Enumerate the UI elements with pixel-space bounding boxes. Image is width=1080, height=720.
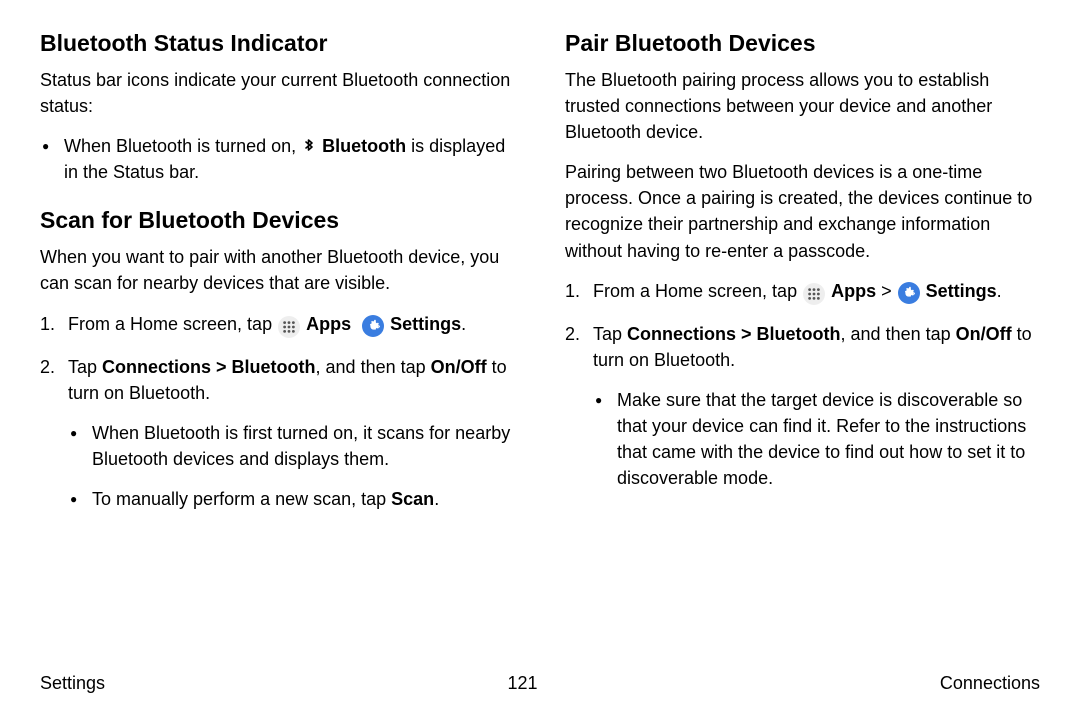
bold-text: Apps	[306, 314, 351, 334]
footer-right: Connections	[940, 673, 1040, 694]
settings-icon	[362, 315, 384, 337]
text: Tap	[593, 324, 627, 344]
bold-text: Apps	[831, 281, 876, 301]
bold-text: On/Off	[956, 324, 1012, 344]
text: When Bluetooth is turned on,	[64, 136, 301, 156]
text: >	[876, 281, 897, 301]
bluetooth-icon	[302, 135, 316, 155]
bullet-item: Make sure that the target device is disc…	[617, 387, 1040, 491]
bullet-item: To manually perform a new scan, tap Scan…	[92, 486, 515, 512]
text: To manually perform a new scan, tap	[92, 489, 391, 509]
left-column: Bluetooth Status Indicator Status bar ic…	[40, 30, 515, 528]
step-item: Tap Connections > Bluetooth, and then ta…	[68, 354, 515, 512]
text: .	[997, 281, 1002, 301]
heading-scan-for-bluetooth-devices: Scan for Bluetooth Devices	[40, 207, 515, 234]
footer-left: Settings	[40, 673, 105, 694]
bold-text: Settings	[926, 281, 997, 301]
page-footer: Settings 121 Connections	[40, 673, 1040, 694]
paragraph: Pairing between two Bluetooth devices is…	[565, 159, 1040, 263]
bold-text: Scan	[391, 489, 434, 509]
step-item: From a Home screen, tap Apps > Settings.	[593, 278, 1040, 305]
text: Tap	[68, 357, 102, 377]
text: , and then tap	[841, 324, 956, 344]
heading-bluetooth-status-indicator: Bluetooth Status Indicator	[40, 30, 515, 57]
apps-icon	[803, 283, 825, 305]
paragraph: When you want to pair with another Bluet…	[40, 244, 515, 296]
text: .	[434, 489, 439, 509]
bold-text: Connections > Bluetooth	[627, 324, 841, 344]
page-number: 121	[507, 673, 537, 694]
paragraph: The Bluetooth pairing process allows you…	[565, 67, 1040, 145]
bold-text: Settings	[390, 314, 461, 334]
bold-text: Bluetooth	[322, 136, 406, 156]
bold-text: Connections > Bluetooth	[102, 357, 316, 377]
bold-text: On/Off	[431, 357, 487, 377]
bullet-item: When Bluetooth is first turned on, it sc…	[92, 420, 515, 472]
apps-icon	[278, 316, 300, 338]
step-item: Tap Connections > Bluetooth, and then ta…	[593, 321, 1040, 492]
heading-pair-bluetooth-devices: Pair Bluetooth Devices	[565, 30, 1040, 57]
paragraph: Status bar icons indicate your current B…	[40, 67, 515, 119]
settings-icon	[898, 282, 920, 304]
text: , and then tap	[316, 357, 431, 377]
text: .	[461, 314, 466, 334]
text: From a Home screen, tap	[593, 281, 802, 301]
right-column: Pair Bluetooth Devices The Bluetooth pai…	[565, 30, 1040, 528]
bullet-item: When Bluetooth is turned on, Bluetooth i…	[64, 133, 515, 185]
text: From a Home screen, tap	[68, 314, 277, 334]
step-item: From a Home screen, tap Apps Settings.	[68, 311, 515, 338]
